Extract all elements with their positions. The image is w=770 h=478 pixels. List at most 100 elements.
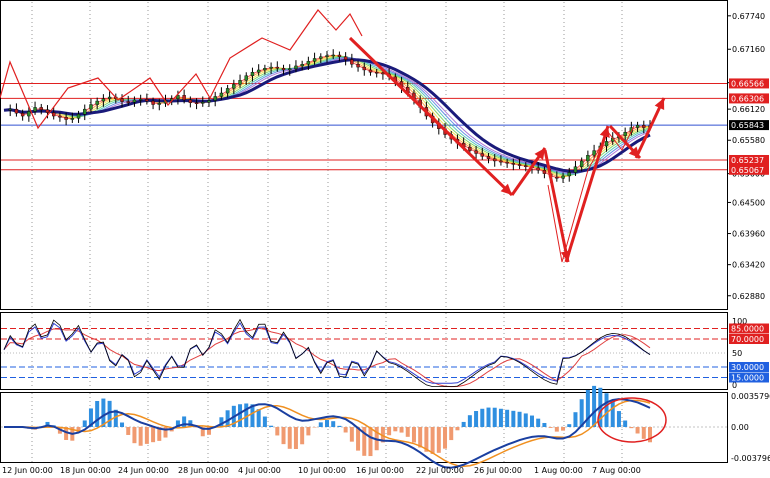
candle-body	[14, 108, 19, 114]
candle-body	[95, 100, 99, 105]
price-tick-label: 0.63960	[732, 230, 765, 239]
macd-histogram-bar	[548, 427, 553, 428]
candle-body	[238, 80, 242, 85]
macd-histogram-bar	[604, 393, 609, 427]
candle-body	[337, 54, 342, 57]
macd-histogram-bar	[82, 420, 87, 427]
date-label: 4 Jul 00:00	[238, 466, 281, 475]
macd-histogram-bar	[120, 422, 125, 427]
time-axis: 12 Jun 00:00 18 Jun 00:00 24 Jun 00:00 28 J…	[2, 466, 641, 475]
candle-body	[269, 66, 273, 69]
price-tick-label: 0.63420	[732, 261, 765, 270]
date-label: 16 Jul 00:00	[356, 466, 404, 475]
macd-histogram-bar	[542, 422, 547, 427]
macd-histogram-bar	[343, 427, 348, 433]
candle-body	[194, 102, 199, 104]
candle-body	[561, 175, 565, 179]
candle-body	[635, 125, 640, 128]
stochastic-tick-label: 50	[732, 349, 742, 358]
candle-body	[294, 65, 298, 70]
price-badge-label: 0.66306	[731, 94, 764, 103]
macd-histogram-bar	[368, 427, 373, 457]
macd-histogram-bar	[318, 422, 323, 427]
macd-histogram-bar	[95, 400, 100, 427]
candle-body	[331, 54, 335, 57]
trading-chart[interactable]: 0.677400.671600.665800.661200.655800.650…	[0, 0, 770, 478]
candle-body	[20, 112, 25, 117]
candle-body	[70, 118, 75, 120]
candle-body	[586, 155, 590, 162]
candle-body	[39, 107, 43, 110]
candle-body	[536, 167, 540, 171]
price-badge-label: 0.65067	[731, 166, 764, 175]
macd-histogram-bar	[256, 409, 261, 427]
date-label: 12 Jun 00:00	[2, 466, 53, 475]
candle-body	[89, 104, 93, 110]
candle-body	[350, 59, 354, 65]
macd-histogram-bar	[629, 427, 634, 429]
candle-body	[288, 68, 292, 71]
macd-histogram-bar	[337, 425, 342, 427]
macd-histogram-bar	[474, 411, 479, 427]
macd-histogram-bar	[132, 427, 137, 444]
axis-background	[728, 0, 770, 478]
candle-body	[325, 55, 329, 57]
price-tick-label: 0.67160	[732, 45, 765, 54]
macd-histogram-bar	[573, 412, 578, 427]
date-label: 10 Jul 00:00	[298, 466, 346, 475]
candle-body	[604, 141, 609, 147]
macd-histogram-bar	[281, 427, 286, 445]
candle-body	[306, 61, 311, 65]
macd-histogram-bar	[498, 408, 503, 427]
macd-histogram-bar	[635, 427, 640, 434]
macd-histogram-bar	[492, 407, 497, 427]
candle-body	[219, 92, 224, 97]
candle-body	[300, 64, 304, 67]
macd-histogram-bar	[349, 427, 354, 442]
macd-histogram-bar	[449, 427, 454, 441]
candle-body	[132, 99, 137, 103]
candle-body	[27, 111, 31, 117]
candle-body	[138, 99, 143, 101]
macd-histogram-bar	[461, 421, 466, 427]
candle-body	[555, 176, 559, 179]
candle-body	[579, 160, 584, 167]
candle-body	[642, 125, 646, 128]
date-label: 7 Aug 00:00	[592, 466, 641, 475]
candle-body	[232, 84, 236, 89]
macd-histogram-bar	[443, 427, 448, 449]
candle-body	[145, 99, 149, 102]
candle-body	[213, 96, 217, 101]
candle-body	[486, 156, 491, 159]
macd-histogram-bar	[554, 427, 559, 432]
candle-body	[157, 103, 161, 105]
macd-histogram-bar	[275, 427, 280, 436]
macd-histogram-bar	[331, 421, 336, 427]
candle-body	[51, 112, 56, 117]
price-badge-label: 0.65237	[731, 156, 764, 165]
candle-body	[312, 58, 317, 62]
candle-body	[263, 68, 267, 71]
date-label: 18 Jun 00:00	[60, 466, 111, 475]
macd-histogram-bar	[269, 425, 274, 427]
price-axis: 0.677400.671600.665800.661200.655800.650…	[727, 0, 770, 478]
candle-body	[567, 172, 571, 177]
macd-histogram-bar	[641, 427, 646, 439]
candle-body	[275, 66, 280, 69]
macd-histogram-bar	[151, 427, 156, 443]
candle-body	[201, 102, 205, 104]
stochastic-level-label: 30.0000	[731, 363, 764, 372]
macd-histogram-bar	[300, 427, 305, 445]
macd-histogram-bar	[505, 409, 510, 427]
date-label: 26 Jul 00:00	[474, 466, 522, 475]
candle-body	[480, 153, 484, 157]
candle-body	[281, 68, 286, 71]
macd-histogram-bar	[325, 420, 329, 427]
macd-histogram-bar	[430, 427, 435, 454]
candle-body	[362, 66, 366, 71]
macd-histogram-bar	[455, 427, 460, 431]
candle-body	[592, 150, 596, 156]
macd-histogram-bar	[138, 427, 143, 446]
candle-body	[368, 69, 373, 73]
candle-body	[33, 107, 37, 112]
